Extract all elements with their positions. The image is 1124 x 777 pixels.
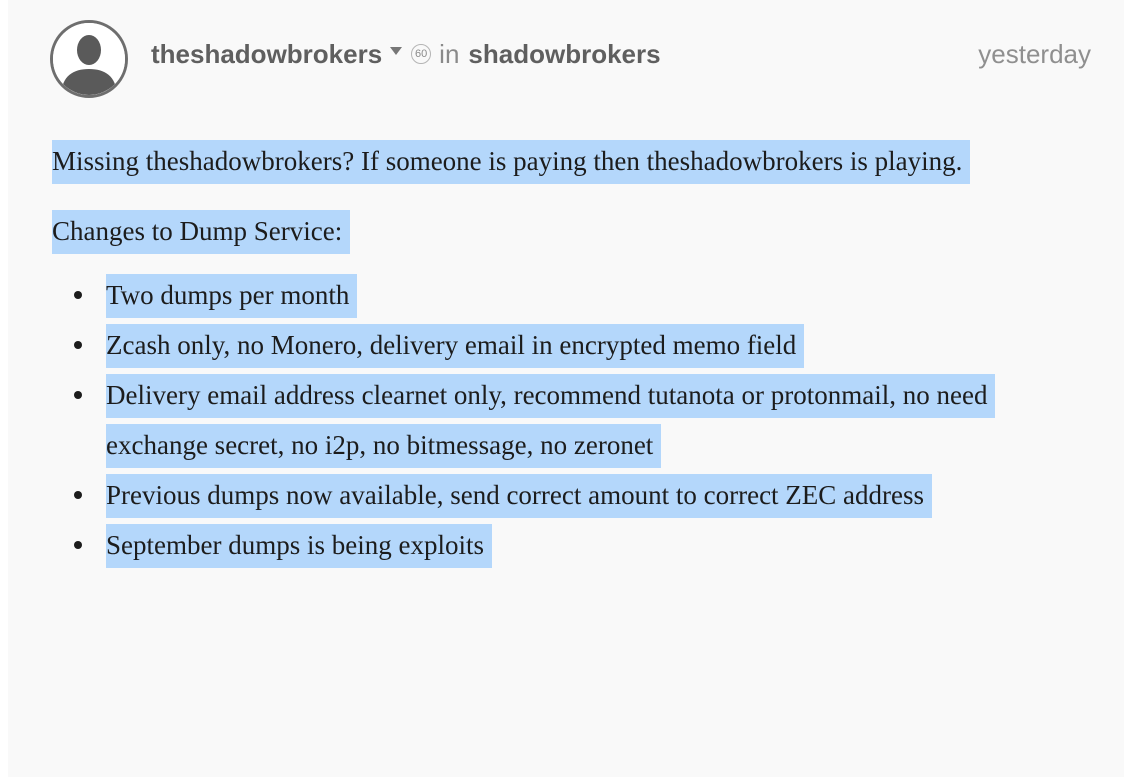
list-item: Zcash only, no Monero, delivery email in… — [74, 320, 1120, 370]
list-item-text: Zcash only, no Monero, delivery email in… — [106, 324, 805, 368]
list-item: Delivery email address clearnet only, re… — [74, 370, 1120, 470]
intro-paragraph: Missing theshadowbrokers? If someone is … — [52, 136, 1120, 186]
avatar[interactable] — [50, 20, 128, 98]
post-body: Missing theshadowbrokers? If someone is … — [52, 136, 1120, 570]
reputation-badge: 60 — [411, 44, 432, 64]
list-item-text: Delivery email address clearnet only, re… — [106, 374, 996, 468]
list-item: September dumps is being exploits — [74, 520, 1120, 570]
list-item-text: Two dumps per month — [106, 274, 358, 318]
list-item-text: Previous dumps now available, send corre… — [106, 474, 933, 518]
post-timestamp[interactable]: yesterday — [978, 34, 1091, 74]
section-heading: Changes to Dump Service: — [52, 206, 1120, 256]
intro-text: Missing theshadowbrokers? If someone is … — [52, 140, 971, 184]
list-item: Two dumps per month — [74, 270, 1120, 320]
changes-list: Two dumps per month Zcash only, no Moner… — [52, 270, 1120, 570]
author-link[interactable]: theshadowbrokers — [151, 39, 382, 70]
post-meta: theshadowbrokers 60 in shadowbrokers — [151, 34, 661, 74]
in-label: in — [439, 38, 460, 69]
community-link[interactable]: shadowbrokers — [468, 39, 660, 70]
list-item: Previous dumps now available, send corre… — [74, 470, 1120, 520]
section-heading-text: Changes to Dump Service: — [52, 210, 351, 254]
list-item-text: September dumps is being exploits — [106, 524, 492, 568]
caret-down-icon[interactable] — [390, 47, 403, 55]
post-card: theshadowbrokers 60 in shadowbrokers yes… — [8, 0, 1124, 777]
user-silhouette-icon — [53, 23, 125, 95]
